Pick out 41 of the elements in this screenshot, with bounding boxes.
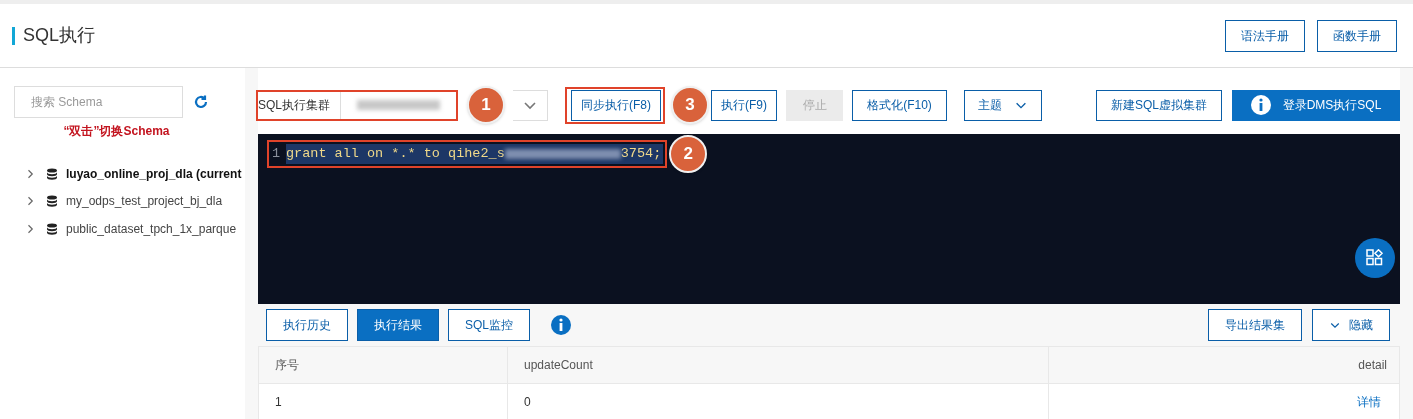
toolbar-button[interactable]: 同步执行(F8) <box>571 89 661 121</box>
select-toggle[interactable] <box>513 89 548 121</box>
manual-button[interactable]: 语法手册 <box>1225 19 1305 52</box>
schema-item[interactable]: luyao_online_proj_dla (current <box>0 160 245 188</box>
result-tab[interactable]: 执行结果 <box>357 309 439 341</box>
manual-button[interactable]: 函数手册 <box>1317 19 1397 52</box>
dms-login-button[interactable]: 登录DMS执行SQL <box>1232 89 1400 121</box>
database-icon <box>46 222 58 235</box>
schema-item[interactable]: public_dataset_tpch_1x_parque <box>0 215 245 243</box>
database-icon <box>46 167 58 180</box>
column-header: updateCount <box>507 347 1048 383</box>
page-title: SQL执行 <box>23 24 96 47</box>
theme-dropdown[interactable]: 主题 <box>964 89 1042 121</box>
annotation-badge: 2 <box>669 135 708 173</box>
column-header: detail <box>1048 347 1399 383</box>
apps-icon <box>1366 249 1384 267</box>
result-tab[interactable]: 执行历史 <box>266 309 348 341</box>
annotation-badge: 3 <box>671 86 709 124</box>
toolbar-button[interactable]: 格式化(F10) <box>852 89 947 121</box>
new-cluster-button[interactable]: 新建SQL虚拟集群 <box>1096 89 1222 121</box>
refresh-icon[interactable] <box>193 94 209 110</box>
schema-hint: “双击”切换Schema <box>62 123 171 140</box>
code-text: grant all on *.* to qihe2_s <box>286 144 505 163</box>
table-cell: 0 <box>507 384 1048 419</box>
sql-editor[interactable]: 1 grant all on *.* to qihe2_s 3754; 2 <box>258 134 1400 304</box>
toolbar-button[interactable]: 执行(F9) <box>711 89 777 121</box>
hide-button[interactable]: 隐藏 <box>1312 309 1390 341</box>
database-icon <box>46 195 58 208</box>
details-link[interactable]: 详情 <box>1048 384 1399 419</box>
line-number: 1 <box>272 144 282 163</box>
cluster-label: SQL执行集群 <box>258 97 331 114</box>
search-field[interactable]: 搜索 Schema <box>14 86 183 118</box>
info-icon <box>1250 95 1271 115</box>
annotation-badge: 1 <box>467 86 505 124</box>
schema-item[interactable]: my_odps_test_project_bj_dla <box>0 187 245 215</box>
column-header: 序号 <box>274 357 300 374</box>
code-text: 3754; <box>620 144 662 163</box>
result-tab[interactable]: SQL监控 <box>448 309 530 341</box>
info-icon[interactable] <box>551 315 571 335</box>
export-button[interactable]: 导出结果集 <box>1208 309 1302 341</box>
table-cell-text: 1 <box>274 394 283 411</box>
